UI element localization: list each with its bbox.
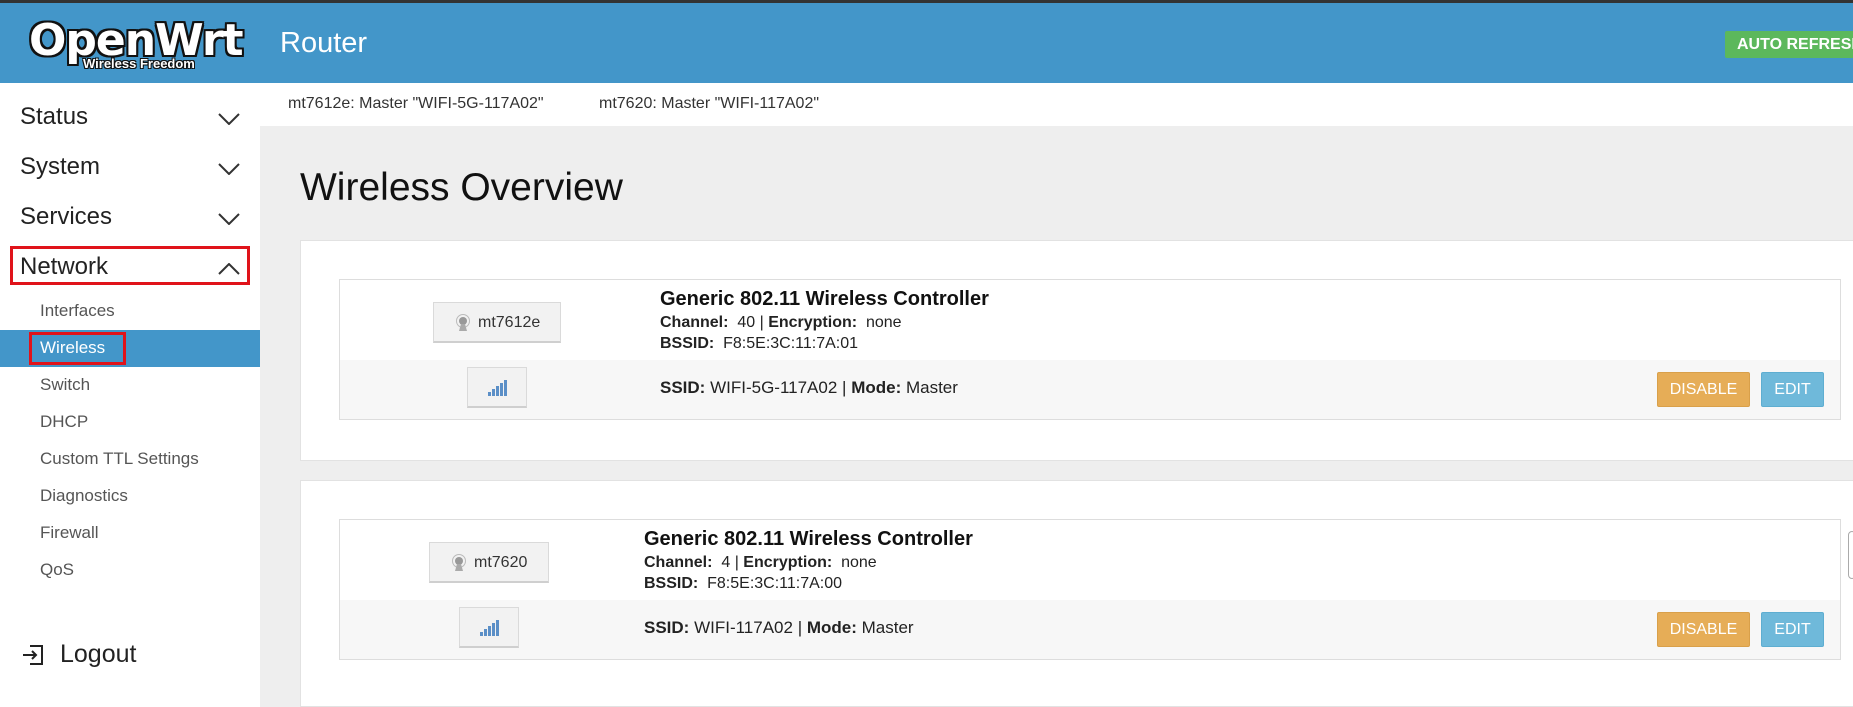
wireless-tabs: mt7612e: Master "WIFI-5G-117A02" mt7620:… <box>260 83 1853 126</box>
sidebar: Status System Services Network Interface… <box>0 83 260 707</box>
edit-button[interactable]: EDIT <box>1761 372 1824 407</box>
hostname: Router <box>280 27 368 59</box>
tab-mt7620[interactable]: mt7620: Master "WIFI-117A02" <box>599 95 819 113</box>
sidebar-item-diagnostics[interactable]: Diagnostics <box>0 478 260 515</box>
mode-label: Mode: <box>806 618 857 637</box>
controller-name: Generic 802.11 Wireless Controller <box>644 528 973 550</box>
disable-button[interactable]: DISABLE <box>1657 612 1750 647</box>
menu-label: System <box>20 153 101 180</box>
signal-icon <box>488 380 507 396</box>
sidebar-item-label: DHCP <box>40 412 89 431</box>
logout-label: Logout <box>60 640 137 668</box>
wifi-device-icon <box>456 314 470 331</box>
auto-refresh-button[interactable]: AUTO REFRESH <box>1725 31 1853 58</box>
sidebar-menu-services[interactable]: Services <box>0 193 260 243</box>
network-highlight-box <box>10 246 250 285</box>
encryption-label: Encryption: <box>768 314 858 331</box>
page-title: Wireless Overview <box>300 166 623 209</box>
channel-label: Channel: <box>660 314 729 331</box>
network-row: SSID: WIFI-5G-117A02 | Mode: Master DISA… <box>340 360 1840 419</box>
bssid-value: F8:5E:3C:11:7A:00 <box>707 575 843 592</box>
bssid-line: BSSID: F8:5E:3C:11:7A:01 <box>660 335 858 353</box>
device-panel: mt7620 Generic 802.11 Wireless Controlle… <box>300 480 1853 707</box>
main-content: Wireless Overview mt7612e Generic 802.11… <box>260 126 1853 707</box>
menu-label: Status <box>20 103 89 130</box>
ssid-label: SSID: <box>660 378 706 397</box>
channel-value: 4 <box>721 554 731 571</box>
encryption-label: Encryption: <box>743 554 833 571</box>
ssid-label: SSID: <box>644 618 690 637</box>
device-panel: mt7612e Generic 802.11 Wireless Controll… <box>300 240 1853 461</box>
logout-button[interactable]: Logout <box>0 630 260 680</box>
sidebar-item-dhcp[interactable]: DHCP <box>0 404 260 441</box>
bssid-value: F8:5E:3C:11:7A:01 <box>723 335 859 352</box>
ssid-value: WIFI-117A02 <box>694 618 793 637</box>
sidebar-item-switch[interactable]: Switch <box>0 367 260 404</box>
mode-label: Mode: <box>851 378 902 397</box>
device-button-mt7620[interactable]: mt7620 <box>429 542 549 583</box>
chevron-down-icon <box>218 213 240 225</box>
device-card: mt7612e Generic 802.11 Wireless Controll… <box>339 279 1841 420</box>
channel-label: Channel: <box>644 554 713 571</box>
scrollbar-handle[interactable] <box>1848 531 1853 579</box>
sidebar-item-label: Firewall <box>40 523 99 542</box>
sidebar-item-label: Switch <box>40 375 91 394</box>
header-bar: OpenWrt Wireless Freedom Router AUTO REF… <box>0 0 1853 83</box>
sidebar-item-label: Interfaces <box>40 301 115 320</box>
channel-encryption-line: Channel: 40 | Encryption: none <box>660 314 902 331</box>
chevron-down-icon <box>218 113 240 125</box>
sidebar-item-interfaces[interactable]: Interfaces <box>0 293 260 330</box>
wireless-highlight-box <box>29 332 126 365</box>
sidebar-item-firewall[interactable]: Firewall <box>0 515 260 552</box>
sidebar-menu-status[interactable]: Status <box>0 93 260 143</box>
ssid-value: WIFI-5G-117A02 <box>710 378 838 397</box>
ssid-mode-line: SSID: WIFI-5G-117A02 | Mode: Master <box>660 378 958 397</box>
wifi-device-icon <box>452 554 466 571</box>
device-name: mt7612e <box>478 314 541 331</box>
sidebar-item-qos[interactable]: QoS <box>0 552 260 589</box>
sidebar-item-label: Custom TTL Settings <box>40 449 199 468</box>
bssid-label: BSSID: <box>644 575 699 592</box>
network-row: SSID: WIFI-117A02 | Mode: Master DISABLE… <box>340 600 1840 659</box>
channel-encryption-line: Channel: 4 | Encryption: none <box>644 554 877 571</box>
tab-mt7612e[interactable]: mt7612e: Master "WIFI-5G-117A02" <box>288 95 544 113</box>
logout-icon <box>23 645 43 665</box>
device-button-mt7612e[interactable]: mt7612e <box>433 302 561 343</box>
ssid-mode-line: SSID: WIFI-117A02 | Mode: Master <box>644 618 914 637</box>
sidebar-item-label: Diagnostics <box>40 486 128 505</box>
menu-label: Services <box>20 203 113 230</box>
bssid-label: BSSID: <box>660 335 715 352</box>
chevron-down-icon <box>218 163 240 175</box>
signal-button[interactable] <box>467 367 527 408</box>
disable-button[interactable]: DISABLE <box>1657 372 1750 407</box>
sidebar-item-custom-ttl[interactable]: Custom TTL Settings <box>0 441 260 478</box>
logo-tagline: Wireless Freedom <box>83 56 195 71</box>
signal-icon <box>480 620 499 636</box>
mode-value: Master <box>861 618 914 637</box>
encryption-value: none <box>865 314 902 331</box>
channel-value: 40 <box>737 314 756 331</box>
device-name: mt7620 <box>474 554 528 571</box>
signal-button[interactable] <box>459 607 519 648</box>
openwrt-logo[interactable]: OpenWrt Wireless Freedom <box>29 17 244 73</box>
controller-name: Generic 802.11 Wireless Controller <box>660 288 989 310</box>
bssid-line: BSSID: F8:5E:3C:11:7A:00 <box>644 575 842 593</box>
sidebar-item-label: QoS <box>40 560 75 579</box>
device-card: mt7620 Generic 802.11 Wireless Controlle… <box>339 519 1841 660</box>
mode-value: Master <box>905 378 958 397</box>
encryption-value: none <box>841 554 877 571</box>
edit-button[interactable]: EDIT <box>1761 612 1824 647</box>
sidebar-menu-system[interactable]: System <box>0 143 260 193</box>
